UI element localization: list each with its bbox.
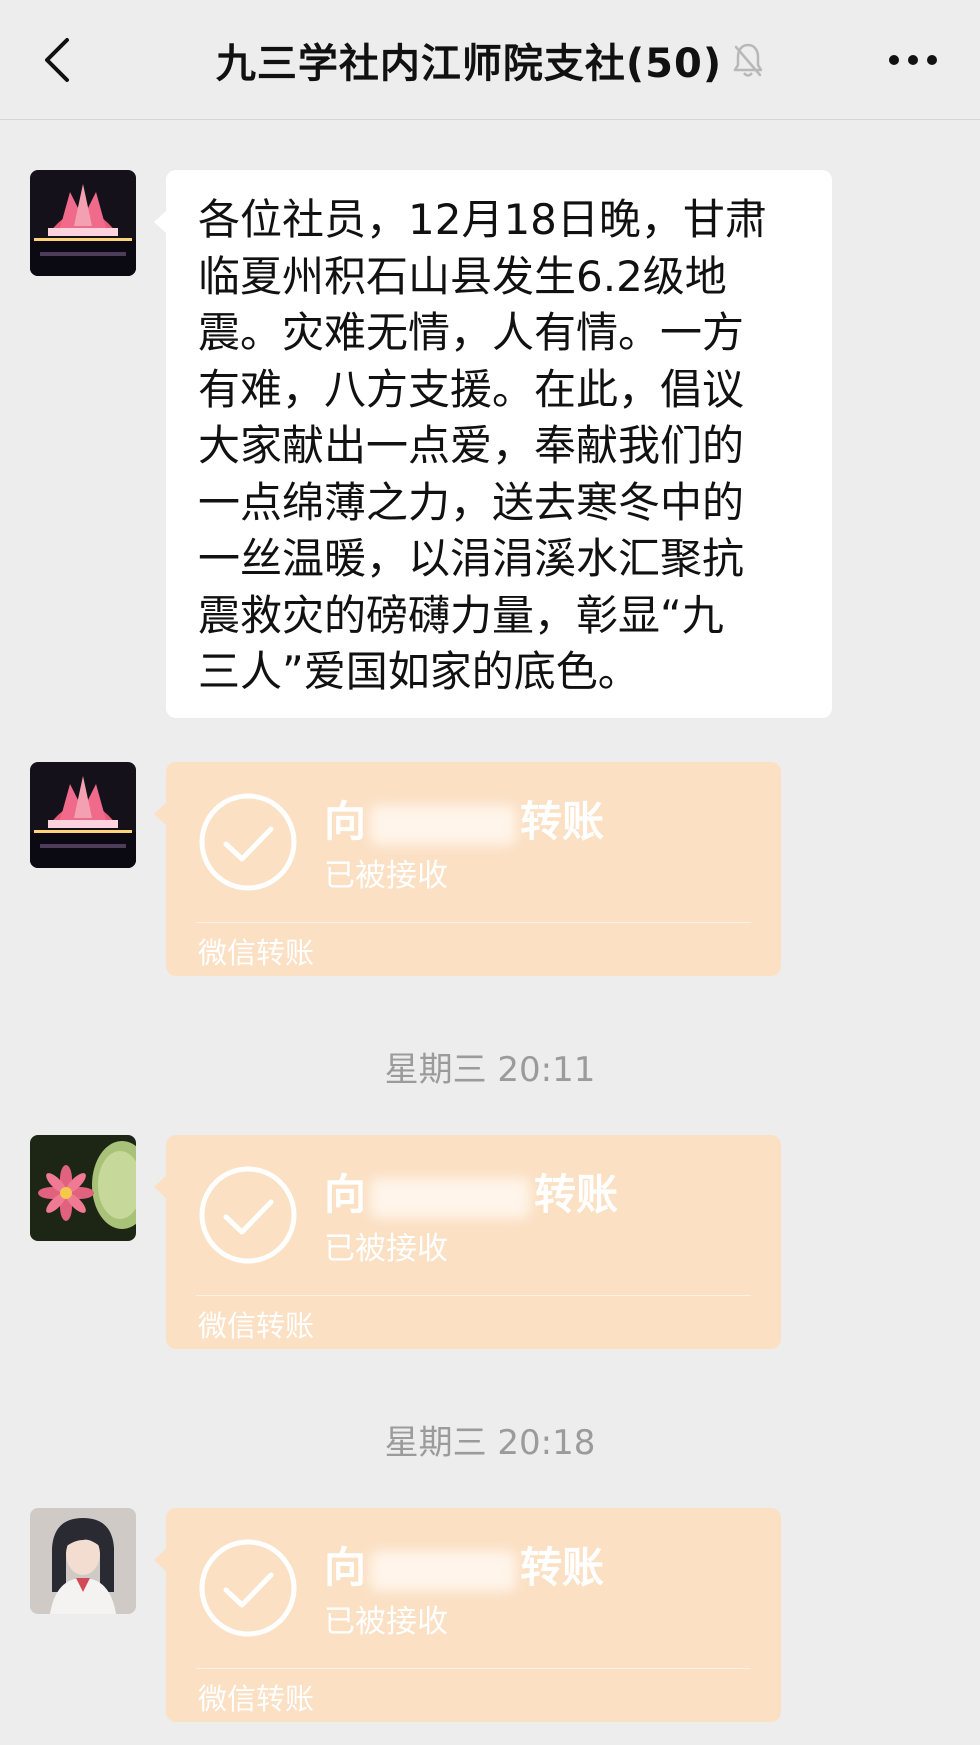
transfer-footer: 微信转账: [198, 1309, 315, 1343]
check-circle-icon: [199, 1166, 297, 1264]
transfer-title: 向 转账: [324, 788, 604, 849]
timestamp: 星期三 20:18: [384, 1423, 596, 1463]
message-line: 临夏州积石山县发生6.2级地: [198, 251, 727, 301]
message-line: 震。灾难无情，人有情。一方: [198, 308, 745, 357]
transfer-suffix: 转账: [520, 1543, 605, 1592]
transfer-prefix: 向: [324, 1543, 367, 1592]
transfer-footer: 微信转账: [198, 936, 315, 970]
transfer-footer: 微信转账: [198, 1682, 315, 1716]
chat-title: 九三学社内江师院支社(50): [215, 41, 723, 87]
message-line: 各位社员，12月18日晚，甘肃: [198, 195, 767, 244]
transfer-card[interactable]: 向 转账 已被接收 微信转账: [166, 1135, 781, 1349]
transfer-card[interactable]: 向 转账 已被接收 微信转账: [166, 1508, 781, 1722]
message-line: 一点绵薄之力，送去寒冬中的: [198, 477, 745, 527]
transfer-title: 向 转账: [324, 1161, 618, 1222]
transfer-suffix: 转账: [534, 1170, 619, 1219]
bell-muted-icon: [732, 41, 764, 79]
redacted-name: [370, 1177, 531, 1218]
message-line: 一丝温暖，以涓涓溪水汇聚抗: [198, 534, 745, 583]
transfer-card[interactable]: 向 转账 已被接收 微信转账: [166, 762, 781, 976]
more-dots-icon: [889, 55, 937, 65]
avatar[interactable]: [30, 1135, 136, 1241]
check-circle-icon: [199, 793, 297, 891]
transfer-prefix: 向: [324, 1170, 367, 1219]
avatar[interactable]: [30, 762, 136, 868]
divider: [196, 1668, 751, 1669]
transfer-status: 已被接收: [324, 1231, 448, 1267]
back-button[interactable]: [36, 30, 76, 90]
message-line: 震救灾的磅礴力量，彰显“九: [198, 590, 724, 640]
message-line: 大家献出一点爱，奉献我们的: [198, 421, 745, 470]
divider: [196, 922, 751, 923]
transfer-suffix: 转账: [520, 797, 605, 846]
title-area[interactable]: 九三学社内江师院支社(50): [150, 30, 830, 90]
text-message[interactable]: 各位社员，12月18日晚，甘肃 临夏州积石山县发生6.2级地 震。灾难无情，人有…: [166, 170, 832, 718]
more-button[interactable]: [878, 40, 948, 80]
redacted-name: [370, 804, 517, 845]
chat-header: 九三学社内江师院支社(50): [0, 0, 980, 120]
transfer-title: 向 转账: [324, 1534, 604, 1595]
message-line: 有难，八方支援。在此，倡议: [198, 364, 745, 414]
transfer-status: 已被接收: [324, 1604, 448, 1640]
avatar[interactable]: [30, 170, 136, 276]
transfer-status: 已被接收: [324, 858, 448, 894]
chevron-left-icon: [45, 38, 69, 82]
redacted-name: [370, 1550, 517, 1591]
transfer-prefix: 向: [324, 797, 367, 846]
timestamp: 星期三 20:11: [384, 1050, 596, 1090]
avatar[interactable]: [30, 1508, 136, 1614]
check-circle-icon: [199, 1539, 297, 1637]
message-line: 三人”爱国如家的底色。: [198, 647, 640, 696]
divider: [196, 1295, 751, 1296]
